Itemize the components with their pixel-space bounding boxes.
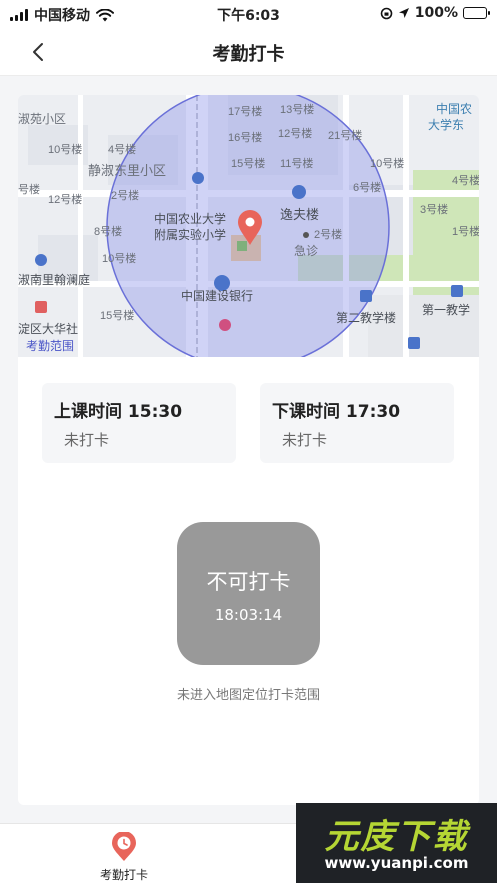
map-label: 4号楼	[108, 142, 136, 156]
map-label: 第二教学楼	[336, 310, 396, 325]
tab-attendance-label: 考勤打卡	[99, 868, 148, 882]
battery-icon	[463, 7, 490, 19]
punch-label: 不可打卡	[206, 570, 291, 594]
punch-clock: 18:03:14	[214, 606, 283, 624]
map-label: 21号楼	[328, 128, 362, 142]
map-label: 10号楼	[102, 251, 136, 265]
map-label: 逸夫楼	[280, 207, 319, 222]
class-end-box: 下课时间 17:30 未打卡	[260, 383, 454, 463]
battery-percent: 100%	[414, 5, 458, 21]
nav-bar: 考勤打卡	[0, 28, 497, 76]
class-start-status: 未打卡	[64, 431, 110, 449]
watermark-url: www.yuanpi.com	[324, 854, 469, 872]
map-label: 静淑东里小区	[88, 163, 166, 178]
map-label: 号楼	[18, 182, 40, 196]
map-label: 2号楼	[111, 188, 139, 202]
punch-in-button[interactable]: 不可打卡 18:03:14	[177, 522, 320, 665]
map-label: 淑苑小区	[18, 112, 66, 126]
map-label: 急诊	[294, 243, 318, 258]
page-title: 考勤打卡	[212, 44, 285, 65]
map-label: 6号楼	[353, 180, 381, 194]
map-label: 12号楼	[48, 192, 82, 206]
map-label: 大学东	[428, 117, 464, 132]
map-label: 第一教学	[422, 302, 470, 317]
map-label: 附属实验小学	[154, 227, 226, 242]
map-label: 11号楼	[280, 156, 313, 170]
watermark-title: 元庋下载	[324, 817, 469, 857]
location-map[interactable]: 淑苑小区 10号楼 4号楼 静淑东里小区 12号楼 2号楼 8号楼 号楼 10号…	[18, 95, 479, 357]
map-label: 17号楼	[228, 104, 262, 118]
status-right: 100%	[380, 5, 490, 21]
map-label: 淑南里翰澜庭	[18, 272, 90, 287]
location-arrow-icon	[398, 8, 409, 18]
class-end-time: 下课时间 17:30	[272, 402, 401, 422]
map-canvas: 淑苑小区 10号楼 4号楼 静淑东里小区 12号楼 2号楼 8号楼 号楼 10号…	[18, 95, 479, 357]
tab-attendance[interactable]: 考勤打卡	[54, 824, 194, 883]
rotation-lock-icon	[380, 7, 393, 19]
map-label: 3号楼	[420, 202, 448, 216]
map-label: 8号楼	[94, 224, 122, 238]
map-label: 10号楼	[48, 142, 82, 156]
map-label: 考勤范围	[26, 339, 74, 353]
attendance-card: 淑苑小区 10号楼 4号楼 静淑东里小区 12号楼 2号楼 8号楼 号楼 10号…	[18, 95, 479, 805]
clock-pin-icon	[112, 832, 136, 861]
class-start-time: 上课时间 15:30	[54, 402, 183, 422]
map-label: 13号楼	[280, 102, 314, 116]
map-label: 中国农业大学	[154, 211, 226, 226]
map-label: 1号楼	[452, 224, 479, 238]
map-label: 15号楼	[100, 308, 134, 322]
range-hint: 未进入地图定位打卡范围	[176, 688, 320, 703]
map-label: 15号楼	[231, 156, 265, 170]
class-end-status: 未打卡	[282, 431, 328, 449]
watermark: 元庋下载 www.yuanpi.com	[296, 803, 497, 883]
map-label: 16号楼	[228, 130, 262, 144]
map-label: 10号楼	[370, 156, 404, 170]
map-label: 淀区大华社	[18, 321, 78, 336]
class-start-box: 上课时间 15:30 未打卡	[42, 383, 236, 463]
map-label: 中国农	[436, 101, 472, 116]
status-bar: 中国移动 下午6:03 100%	[0, 0, 497, 28]
map-label: 2号楼	[314, 227, 342, 241]
map-label: 4号楼	[452, 173, 479, 187]
map-label: 12号楼	[278, 126, 312, 140]
map-label: 中国建设银行	[181, 288, 253, 303]
